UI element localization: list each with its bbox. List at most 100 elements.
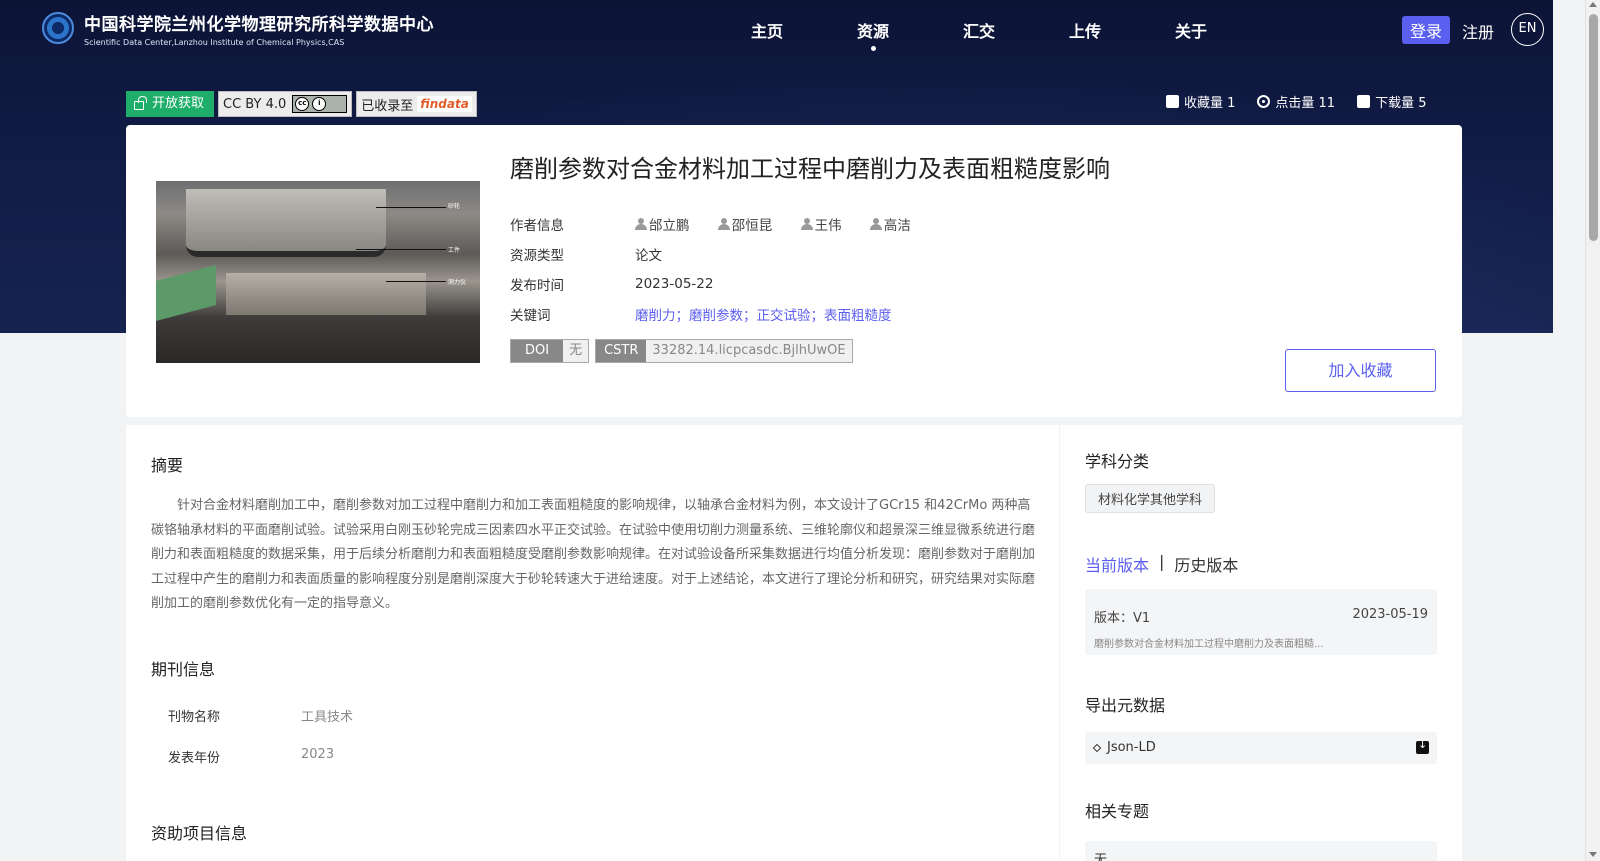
version-date: 2023-05-19 — [1352, 607, 1428, 622]
version-label: 版本：V1 — [1094, 611, 1151, 626]
image-label: 测力仪 — [448, 279, 467, 286]
scroll-down-icon[interactable] — [1589, 852, 1597, 857]
identifiers: DOI 无 CSTR 33282.14.licpcasdc.BjlhUwOE — [510, 339, 853, 363]
cstr-key: CSTR — [596, 340, 647, 362]
type-value: 论文 — [635, 248, 662, 264]
nav-submit[interactable]: 汇交 — [926, 18, 1032, 42]
language-toggle[interactable]: EN — [1511, 13, 1544, 46]
indexed-label: 已收录至 — [361, 98, 414, 114]
subject-title: 学科分类 — [1085, 452, 1150, 471]
download-icon — [1357, 95, 1371, 108]
org-name-en: Scientific Data Center,Lanzhou Institute… — [84, 38, 345, 47]
authors-label: 作者信息 — [510, 218, 564, 234]
nav-upload[interactable]: 上传 — [1032, 18, 1138, 42]
site-branding[interactable]: 中国科学院兰州化学物理研究所科学数据中心 Scientific Data Cen… — [84, 10, 434, 47]
journal-name-label: 刊物名称 — [168, 710, 221, 725]
version-tabs: 当前版本 | 历史版本 — [1085, 552, 1238, 576]
journal-name-row: 刊物名称 工具技术 — [168, 706, 353, 725]
keywords-value[interactable]: 磨削力；磨削参数；正交试验；表面粗糙度 — [635, 304, 892, 324]
findata-logo: findata — [417, 96, 472, 112]
date-value: 2023-05-22 — [635, 276, 714, 292]
label-line — [356, 249, 446, 250]
journal-title: 期刊信息 — [151, 660, 216, 679]
bookmark-icon — [1166, 95, 1179, 108]
scroll-up-icon[interactable] — [1589, 2, 1597, 7]
unlock-icon — [134, 96, 147, 110]
journal-name-value: 工具技术 — [301, 710, 354, 725]
abstract-text: 针对合金材料磨削加工中，磨削参数对加工过程中磨削力和加工表面粗糙度的影响规律，以… — [151, 498, 1036, 611]
author-item[interactable]: 邵恒昆 — [717, 214, 772, 234]
page-scrollbar[interactable] — [1585, 0, 1600, 861]
image-label: 砂轮 — [448, 203, 461, 210]
user-icon — [869, 218, 882, 230]
topics-title: 相关专题 — [1085, 802, 1150, 821]
doi-key: DOI — [511, 340, 564, 362]
resource-stats: 收藏量 1 点击量 11 下载量 5 — [1166, 92, 1427, 111]
cstr-value: 33282.14.licpcasdc.BjlhUwOE — [646, 340, 852, 362]
license-label: CC BY 4.0 — [223, 96, 287, 112]
topics-value: 无 — [1094, 853, 1108, 861]
resource-thumbnail[interactable]: 砂轮 工件 测力仪 — [156, 181, 480, 363]
label-line — [376, 207, 446, 208]
type-label: 资源类型 — [510, 248, 564, 264]
institute-logo[interactable] — [42, 12, 74, 44]
main-nav: 主页 资源 汇交 上传 关于 — [714, 18, 1244, 51]
downloads-count: 下载量 5 — [1357, 92, 1427, 111]
findata-badge[interactable]: 已收录至 findata — [356, 91, 477, 117]
author-item[interactable]: 王伟 — [800, 214, 842, 234]
author-item[interactable]: 高洁 — [869, 214, 911, 234]
scroll-thumb[interactable] — [1589, 14, 1598, 241]
author-item[interactable]: 邰立鹏 — [635, 214, 690, 234]
journal-year-label: 发表年份 — [168, 751, 221, 766]
cstr-badge[interactable]: CSTR 33282.14.licpcasdc.BjlhUwOE — [595, 339, 853, 363]
journal-year-row: 发表年份 2023 — [168, 747, 334, 766]
version-description: 磨削参数对合金材料加工过程中磨削力及表面粗糙... — [1094, 639, 1324, 650]
version-separator: | — [1159, 552, 1165, 571]
subject-tag[interactable]: 材料化学其他学科 — [1085, 484, 1216, 513]
resource-title: 磨削参数对合金材料加工过程中磨削力及表面粗糙度影响 — [510, 155, 1110, 183]
cc-by-icon: cc i — [292, 95, 348, 113]
export-title: 导出元数据 — [1085, 696, 1166, 715]
diamond-icon — [1092, 743, 1102, 753]
open-access-badge: 开放获取 — [126, 91, 215, 117]
access-badges: 开放获取 CC BY 4.0 cc i 已收录至 findata — [126, 91, 477, 117]
favorites-count: 收藏量 1 — [1166, 92, 1235, 111]
nav-resources[interactable]: 资源 — [820, 18, 926, 51]
grinding-wheel-shape — [186, 189, 386, 257]
nav-home[interactable]: 主页 — [714, 18, 820, 42]
abstract-title: 摘要 — [151, 456, 184, 475]
tab-current-version[interactable]: 当前版本 — [1085, 552, 1149, 576]
add-favorite-button[interactable]: 加入收藏 — [1285, 349, 1436, 392]
export-format-value: Json-LD — [1107, 740, 1156, 755]
green-fixture-shape — [156, 264, 216, 322]
license-badge[interactable]: CC BY 4.0 cc i — [218, 91, 353, 117]
download-icon[interactable] — [1416, 738, 1429, 754]
user-icon — [800, 218, 813, 230]
register-link[interactable]: 注册 — [1462, 19, 1494, 43]
eye-icon — [1257, 95, 1271, 108]
sidebar: 学科分类 材料化学其他学科 当前版本 | 历史版本 版本：V1 2023-05-… — [1060, 425, 1462, 861]
views-count: 点击量 11 — [1257, 92, 1335, 111]
keywords-label: 关键词 — [510, 308, 551, 324]
user-icon — [717, 218, 730, 230]
login-button[interactable]: 登录 — [1402, 16, 1451, 44]
export-format-select[interactable]: Json-LD — [1085, 732, 1437, 764]
tab-history-version[interactable]: 历史版本 — [1174, 552, 1238, 576]
doi-badge: DOI 无 — [510, 339, 590, 363]
doi-value: 无 — [563, 340, 589, 362]
version-card[interactable]: 版本：V1 2023-05-19 磨削参数对合金材料加工过程中磨削力及表面粗糙.… — [1085, 589, 1437, 655]
label-line — [386, 281, 446, 282]
date-label: 发布时间 — [510, 278, 564, 294]
site-header: 中国科学院兰州化学物理研究所科学数据中心 Scientific Data Cen… — [0, 0, 1553, 60]
authors-list: 邰立鹏 邵恒昆 王伟 高洁 — [635, 214, 935, 234]
resource-metadata: 作者信息 邰立鹏 邵恒昆 王伟 高洁 资源类型 论文 发布时间 2023-05-… — [510, 209, 935, 329]
org-name-cn: 中国科学院兰州化学物理研究所科学数据中心 — [84, 15, 434, 35]
topics-box: 无 — [1085, 841, 1437, 861]
main-content: 摘要 针对合金材料磨削加工中，磨削参数对加工过程中磨削力和加工表面粗糙度的影响规… — [126, 425, 1059, 861]
image-label: 工件 — [448, 247, 461, 254]
journal-year-value: 2023 — [301, 747, 335, 762]
open-access-label: 开放获取 — [152, 96, 205, 111]
nav-about[interactable]: 关于 — [1138, 18, 1244, 42]
funding-title: 资助项目信息 — [151, 824, 248, 843]
resource-card: 砂轮 工件 测力仪 磨削参数对合金材料加工过程中磨削力及表面粗糙度影响 作者信息… — [126, 125, 1462, 417]
